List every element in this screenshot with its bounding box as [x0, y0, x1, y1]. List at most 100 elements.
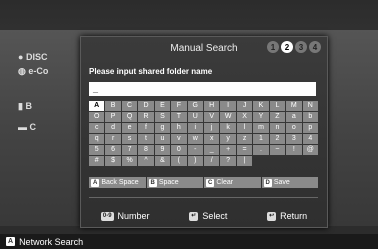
d-button-icon: D	[263, 178, 272, 187]
key-button[interactable]: W	[220, 112, 236, 122]
key-button[interactable]: !	[286, 145, 302, 155]
backspace-button[interactable]: A Back Space	[89, 177, 146, 188]
key-button[interactable]: 2	[269, 134, 286, 144]
a-button-icon: A	[91, 178, 100, 187]
key-button[interactable]: ?	[220, 156, 236, 166]
space-button[interactable]: B Space	[146, 177, 203, 188]
key-button[interactable]: &	[154, 156, 171, 166]
key-button[interactable]: h	[171, 123, 187, 133]
key-button[interactable]: y	[220, 134, 236, 144]
key-button[interactable]: X	[236, 112, 253, 122]
c-button-icon: C	[206, 178, 215, 187]
key-button[interactable]: E	[154, 101, 171, 111]
key-button[interactable]: g	[154, 123, 171, 133]
key-button[interactable]: O	[89, 112, 105, 122]
key-button[interactable]: p	[302, 123, 318, 133]
key-button[interactable]: w	[187, 134, 203, 144]
key-button[interactable]: M	[286, 101, 302, 111]
step-1: 1	[267, 41, 279, 53]
menu-item-tv: ▬ C	[18, 122, 37, 132]
key-button[interactable]: v	[171, 134, 187, 144]
key-button[interactable]: 1	[253, 134, 269, 144]
key-button[interactable]: q	[89, 134, 105, 144]
key-button[interactable]: |	[236, 156, 253, 166]
return-icon: ↩	[267, 211, 277, 221]
key-button[interactable]: C	[121, 101, 138, 111]
key-button[interactable]: m	[253, 123, 269, 133]
key-button[interactable]: G	[187, 101, 203, 111]
key-button[interactable]: #	[89, 156, 105, 166]
pc-icon: ▮	[18, 101, 23, 111]
key-button[interactable]: $	[105, 156, 121, 166]
key-button[interactable]: Y	[253, 112, 269, 122]
key-button[interactable]: x	[204, 134, 220, 144]
key-button[interactable]: s	[121, 134, 138, 144]
key-button[interactable]: )	[187, 156, 203, 166]
footer-bar: A Network Search	[0, 234, 378, 249]
folder-name-input[interactable]: _	[89, 82, 316, 96]
step-3: 3	[295, 41, 307, 53]
key-button[interactable]: r	[105, 134, 121, 144]
key-button[interactable]: I	[220, 101, 236, 111]
key-button[interactable]: ^	[138, 156, 154, 166]
key-button[interactable]: (	[171, 156, 187, 166]
key-button[interactable]: 0	[171, 145, 187, 155]
key-button[interactable]: K	[253, 101, 269, 111]
key-button[interactable]: c	[89, 123, 105, 133]
key-button[interactable]: J	[236, 101, 253, 111]
key-button[interactable]: t	[138, 134, 154, 144]
key-button[interactable]: e	[121, 123, 138, 133]
key-button[interactable]: 5	[89, 145, 105, 155]
key-button[interactable]: /	[204, 156, 220, 166]
key-button[interactable]: T	[171, 112, 187, 122]
key-button[interactable]: R	[138, 112, 154, 122]
key-button[interactable]: P	[105, 112, 121, 122]
key-button[interactable]: z	[236, 134, 253, 144]
key-button[interactable]: 3	[286, 134, 302, 144]
key-button[interactable]: =	[236, 145, 253, 155]
key-button[interactable]: -	[187, 145, 203, 155]
key-button[interactable]: B	[105, 101, 121, 111]
key-button[interactable]: b	[302, 112, 318, 122]
key-button[interactable]: S	[154, 112, 171, 122]
key-button[interactable]: @	[302, 145, 318, 155]
key-button[interactable]: i	[187, 123, 203, 133]
key-button[interactable]: k	[220, 123, 236, 133]
key-button[interactable]: f	[138, 123, 154, 133]
globe-icon: ◍	[18, 66, 26, 76]
key-button[interactable]: ~	[269, 145, 286, 155]
key-button[interactable]: V	[204, 112, 220, 122]
menu-item-eco: ◍ e-Co	[18, 66, 49, 76]
key-button[interactable]: n	[269, 123, 286, 133]
save-button[interactable]: D Save	[261, 177, 318, 188]
key-button[interactable]: %	[121, 156, 138, 166]
key-button[interactable]: +	[220, 145, 236, 155]
key-button[interactable]: H	[204, 101, 220, 111]
key-button[interactable]: Q	[121, 112, 138, 122]
key-button[interactable]: L	[269, 101, 286, 111]
key-button[interactable]: U	[187, 112, 203, 122]
key-button[interactable]: 7	[121, 145, 138, 155]
key-button[interactable]: F	[171, 101, 187, 111]
key-button[interactable]: Z	[269, 112, 286, 122]
key-button[interactable]: N	[302, 101, 318, 111]
key-button[interactable]: A	[89, 101, 105, 111]
network-search-label[interactable]: Network Search	[19, 237, 83, 247]
key-button[interactable]: 6	[105, 145, 121, 155]
tv-icon: ▬	[18, 122, 27, 132]
clear-button[interactable]: C Clear	[204, 177, 261, 188]
key-button[interactable]: 4	[302, 134, 318, 144]
key-button[interactable]: 9	[154, 145, 171, 155]
key-button[interactable]: 8	[138, 145, 154, 155]
disc-icon: ●	[18, 52, 24, 62]
key-button[interactable]: l	[236, 123, 253, 133]
key-button[interactable]: u	[154, 134, 171, 144]
key-button[interactable]: a	[286, 112, 302, 122]
key-button[interactable]: d	[105, 123, 121, 133]
key-button[interactable]: D	[138, 101, 154, 111]
key-button[interactable]: o	[286, 123, 302, 133]
step-4: 4	[309, 41, 321, 53]
key-button[interactable]: j	[204, 123, 220, 133]
key-button[interactable]: .	[253, 145, 269, 155]
key-button[interactable]: _	[204, 145, 220, 155]
